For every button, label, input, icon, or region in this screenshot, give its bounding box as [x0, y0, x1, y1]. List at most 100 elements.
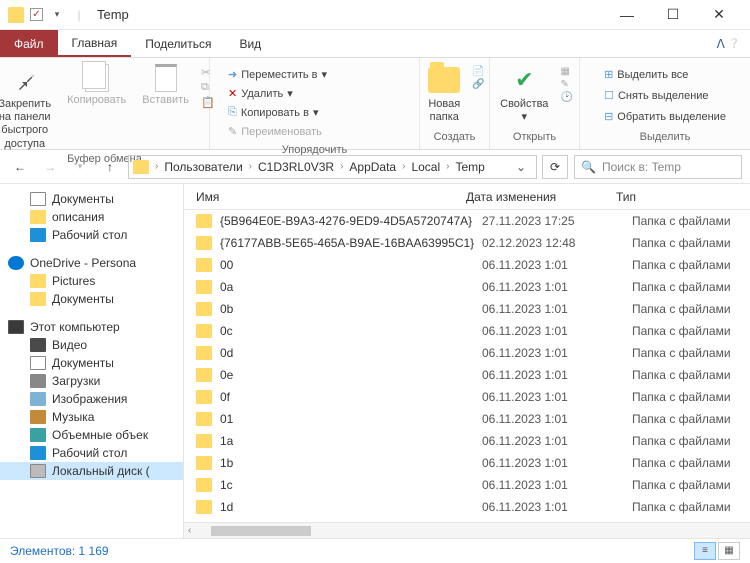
file-name: 1d — [220, 500, 482, 514]
file-name: 01 — [220, 412, 482, 426]
properties-label: Свойства — [500, 98, 548, 110]
search-placeholder: Поиск в: Temp — [602, 160, 681, 174]
copy-to-button[interactable]: ⎘Копировать в ▾ — [224, 104, 322, 121]
refresh-button[interactable]: ⟳ — [542, 155, 568, 179]
sidebar-item-downloads[interactable]: Загрузки — [0, 372, 183, 390]
file-type: Папка с файлами — [632, 280, 750, 294]
file-list[interactable]: {5B964E0E-B9A3-4276-9ED9-4D5A5720747A} 2… — [184, 210, 750, 522]
file-row[interactable]: 0b 06.11.2023 1:01 Папка с файлами — [184, 298, 750, 320]
file-row[interactable]: 0f 06.11.2023 1:01 Папка с файлами — [184, 386, 750, 408]
address-bar[interactable]: › Пользователи› C1D3RL0V3R› AppData› Loc… — [128, 155, 537, 179]
file-row[interactable]: 1a 06.11.2023 1:01 Папка с файлами — [184, 430, 750, 452]
tab-file[interactable]: Файл — [0, 30, 58, 57]
addr-folder-icon — [133, 160, 149, 174]
view-icons-button[interactable]: ▦ — [718, 542, 740, 560]
sidebar-item-3dobjects[interactable]: Объемные объек — [0, 426, 183, 444]
file-row[interactable]: 0a 06.11.2023 1:01 Папка с файлами — [184, 276, 750, 298]
move-to-button[interactable]: ➜Переместить в ▾ — [224, 66, 331, 83]
sidebar-item-onedrive[interactable]: OneDrive - Persona — [0, 254, 183, 272]
properties-button[interactable]: ✔ Свойства ▾ — [496, 62, 552, 126]
tab-home[interactable]: Главная — [58, 30, 132, 57]
up-button[interactable]: ↑ — [98, 155, 122, 179]
file-row[interactable]: 01 06.11.2023 1:01 Папка с файлами — [184, 408, 750, 430]
file-row[interactable]: 1b 06.11.2023 1:01 Папка с файлами — [184, 452, 750, 474]
file-date: 06.11.2023 1:01 — [482, 368, 632, 382]
item-count-label: Элементов: — [10, 544, 75, 558]
file-row[interactable]: 1d 06.11.2023 1:01 Папка с файлами — [184, 496, 750, 518]
tab-view[interactable]: Вид — [225, 30, 275, 57]
history-icon[interactable]: 🕑 — [560, 92, 572, 103]
qat-dropdown[interactable]: ▾ — [49, 7, 65, 23]
horizontal-scrollbar[interactable]: ‹ — [184, 522, 750, 538]
col-name[interactable]: Имя — [196, 190, 466, 204]
folder-icon — [8, 7, 24, 23]
open-icon[interactable]: ▦ — [560, 66, 572, 77]
file-date: 27.11.2023 17:25 — [482, 214, 632, 228]
sidebar-item-descriptions[interactable]: описания — [0, 208, 183, 226]
file-row[interactable]: 00 06.11.2023 1:01 Папка с файлами — [184, 254, 750, 276]
minimize-button[interactable]: — — [604, 0, 650, 30]
rename-button[interactable]: ✎Переименовать — [224, 123, 326, 140]
paste-button[interactable]: Вставить — [138, 62, 193, 109]
navigation-pane[interactable]: Документы описания Рабочий стол OneDrive… — [0, 184, 184, 538]
file-type: Папка с файлами — [632, 500, 750, 514]
sidebar-item-videos[interactable]: Видео — [0, 336, 183, 354]
search-input[interactable]: 🔍 Поиск в: Temp — [574, 155, 742, 179]
file-type: Папка с файлами — [632, 302, 750, 316]
qat-checkbox[interactable]: ✓ — [30, 8, 43, 21]
invert-selection-button[interactable]: ⊟Обратить выделение — [600, 108, 730, 125]
file-name: 0e — [220, 368, 482, 382]
recent-button[interactable]: ▾ — [68, 155, 92, 179]
edit-icon[interactable]: ✎ — [560, 79, 572, 90]
sidebar-item-thispc[interactable]: Этот компьютер — [0, 318, 183, 336]
file-row[interactable]: 0d 06.11.2023 1:01 Папка с файлами — [184, 342, 750, 364]
easy-access-icon[interactable]: 🔗 — [472, 79, 484, 90]
file-row[interactable]: 0e 06.11.2023 1:01 Папка с файлами — [184, 364, 750, 386]
file-date: 06.11.2023 1:01 — [482, 434, 632, 448]
sidebar-item-desktop2[interactable]: Рабочий стол — [0, 444, 183, 462]
pin-to-quickaccess-button[interactable]: Закрепить на панели быстрого доступа — [0, 62, 55, 153]
sidebar-item-pictures[interactable]: Pictures — [0, 272, 183, 290]
select-none-button[interactable]: ☐Снять выделение — [600, 87, 730, 104]
breadcrumb-3[interactable]: Local — [407, 160, 444, 174]
file-name: {5B964E0E-B9A3-4276-9ED9-4D5A5720747A} — [220, 214, 482, 228]
view-details-button[interactable]: ≡ — [694, 542, 716, 560]
breadcrumb-1[interactable]: C1D3RL0V3R — [254, 160, 338, 174]
maximize-button[interactable]: ☐ — [650, 0, 696, 30]
address-dropdown[interactable]: ⌄ — [510, 160, 532, 174]
sidebar-item-desktop[interactable]: Рабочий стол — [0, 226, 183, 244]
file-type: Папка с файлами — [632, 368, 750, 382]
close-button[interactable]: ✕ — [696, 0, 742, 30]
file-row[interactable]: {76177ABB-5E65-465A-B9AE-16BAA63995C1} 0… — [184, 232, 750, 254]
forward-button[interactable]: → — [38, 155, 62, 179]
copy-button[interactable]: Копировать — [63, 62, 130, 109]
sidebar-item-documents[interactable]: Документы — [0, 190, 183, 208]
group-select-label: Выделить — [640, 131, 691, 145]
ribbon-collapse[interactable]: ᐱ❔ — [707, 30, 750, 57]
file-name: 1c — [220, 478, 482, 492]
new-folder-button[interactable]: Новая папка — [424, 62, 464, 126]
col-type[interactable]: Тип — [616, 190, 750, 204]
sidebar-item-documents3[interactable]: Документы — [0, 354, 183, 372]
file-type: Папка с файлами — [632, 478, 750, 492]
sidebar-item-documents2[interactable]: Документы — [0, 290, 183, 308]
file-row[interactable]: {5B964E0E-B9A3-4276-9ED9-4D5A5720747A} 2… — [184, 210, 750, 232]
ribbon-tabs: Файл Главная Поделиться Вид ᐱ❔ — [0, 30, 750, 58]
breadcrumb-0[interactable]: Пользователи — [160, 160, 246, 174]
group-open-label: Открыть — [513, 131, 556, 145]
sidebar-item-images[interactable]: Изображения — [0, 390, 183, 408]
file-row[interactable]: 0c 06.11.2023 1:01 Папка с файлами — [184, 320, 750, 342]
file-row[interactable]: 1c 06.11.2023 1:01 Папка с файлами — [184, 474, 750, 496]
select-all-button[interactable]: ⊞Выделить все — [600, 66, 730, 83]
delete-button[interactable]: ✕Удалить ▾ — [224, 85, 297, 102]
tab-share[interactable]: Поделиться — [131, 30, 225, 57]
breadcrumb-4[interactable]: Temp — [451, 160, 488, 174]
col-date[interactable]: Дата изменения — [466, 190, 616, 204]
new-item-icon[interactable]: 📄 — [472, 66, 484, 77]
back-button[interactable]: ← — [8, 155, 32, 179]
folder-icon — [196, 302, 212, 316]
sidebar-item-localdisk[interactable]: Локальный диск ( — [0, 462, 183, 480]
sidebar-item-music[interactable]: Музыка — [0, 408, 183, 426]
titlebar: ✓ ▾ | Temp — ☐ ✕ — [0, 0, 750, 30]
breadcrumb-2[interactable]: AppData — [345, 160, 400, 174]
